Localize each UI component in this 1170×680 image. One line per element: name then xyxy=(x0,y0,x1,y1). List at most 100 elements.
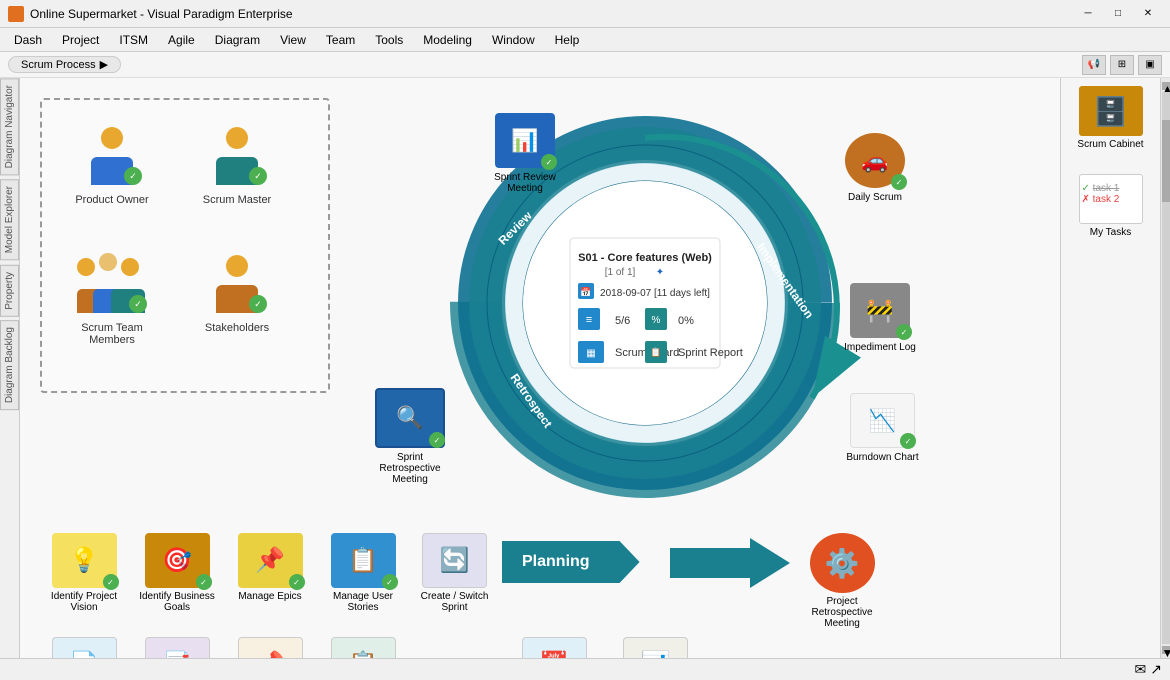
scrum-master[interactable]: ✓ Scrum Master xyxy=(192,120,282,206)
scroll-track-v xyxy=(1162,92,1170,644)
tab-diagram-navigator[interactable]: Diagram Navigator xyxy=(0,78,19,175)
menu-dash[interactable]: Dash xyxy=(4,31,52,49)
canvas-area[interactable]: ✓ Product Owner ✓ Scrum Master xyxy=(20,78,1060,658)
menu-window[interactable]: Window xyxy=(482,31,545,49)
svg-text:2018-09-07 [11 days left]: 2018-09-07 [11 days left] xyxy=(600,288,710,299)
burndown-chart[interactable]: 📉 ✓ Burndown Chart xyxy=(835,393,930,463)
scroll-thumb-v[interactable] xyxy=(1162,120,1170,203)
right-panel: 🗄️ Scrum Cabinet ✓ task 1 ✗ task 2 ─────… xyxy=(1060,78,1160,658)
svg-text:[1 of 1]: [1 of 1] xyxy=(605,267,636,278)
project-retrospective-meeting[interactable]: ⚙️ Project Retrospective Meeting xyxy=(795,533,890,629)
right-big-arrow xyxy=(670,538,790,591)
prioritized-use-cases[interactable]: 📑 Prioritized Use Cases xyxy=(133,637,221,658)
breadcrumb-label: Scrum Process xyxy=(21,59,96,71)
breadcrumb-bar: Scrum Process ▶ 📢 ⊞ ▣ xyxy=(0,52,1170,78)
breadcrumb-arrow: ▶ xyxy=(100,58,108,71)
sprint-review-meeting[interactable]: 📊 ✓ Sprint Review Meeting xyxy=(480,113,570,194)
daily-scrum-label: Daily Scrum xyxy=(848,192,902,203)
daily-scrum[interactable]: 🚗 ✓ Daily Scrum xyxy=(830,133,920,203)
menubar: Dash Project ITSM Agile Diagram View Tea… xyxy=(0,28,1170,52)
tool-btn-3[interactable]: ▣ xyxy=(1138,55,1162,75)
project-vision[interactable]: 📄 Project Vision xyxy=(40,637,128,658)
menu-diagram[interactable]: Diagram xyxy=(205,31,270,49)
menu-team[interactable]: Team xyxy=(316,31,365,49)
menu-help[interactable]: Help xyxy=(545,31,590,49)
app-icon xyxy=(8,6,24,22)
scrum-team-members-icon: ✓ xyxy=(77,248,147,318)
scroll-down-btn[interactable]: ▼ xyxy=(1162,646,1170,654)
maximize-button[interactable]: □ xyxy=(1104,4,1132,24)
minimize-button[interactable]: ─ xyxy=(1074,4,1102,24)
left-panel-tabs: Diagram Navigator Model Explorer Propert… xyxy=(0,78,20,658)
manage-user-stories[interactable]: 📋 ✓ Manage User Stories xyxy=(319,533,407,613)
menu-modeling[interactable]: Modeling xyxy=(413,31,482,49)
breadcrumb[interactable]: Scrum Process ▶ xyxy=(8,56,121,73)
scrum-team-box: ✓ Product Owner ✓ Scrum Master xyxy=(40,98,330,393)
menu-view[interactable]: View xyxy=(270,31,316,49)
manage-epics[interactable]: 📌 ✓ Manage Epics xyxy=(226,533,314,602)
tab-model-explorer[interactable]: Model Explorer xyxy=(0,179,19,260)
app-title: Online Supermarket - Visual Paradigm Ent… xyxy=(30,7,293,21)
svg-text:▦: ▦ xyxy=(586,348,595,359)
product-owner-icon: ✓ xyxy=(77,120,147,190)
sprint-cycle-container: Review Implementation Retrospect S01 - C… xyxy=(360,83,930,533)
tool-btn-2[interactable]: ⊞ xyxy=(1110,55,1134,75)
menu-agile[interactable]: Agile xyxy=(158,31,205,49)
sprint-bottom-row: 📅 ✓ Sprint Planning Meeting 📊 ✓ Sprint xyxy=(510,637,698,658)
svg-text:0%: 0% xyxy=(678,315,694,327)
sprint-review-label: Sprint Review Meeting xyxy=(480,172,570,194)
scrum-team-members[interactable]: ✓ Scrum Team Members xyxy=(57,248,167,346)
planning-sub-row: 📄 Project Vision 📑 Prioritized Use Cases xyxy=(40,637,1000,658)
scrum-cabinet-item[interactable]: 🗄️ Scrum Cabinet xyxy=(1066,82,1156,154)
burndown-chart-label: Burndown Chart xyxy=(846,452,918,463)
my-tasks-item[interactable]: ✓ task 1 ✗ task 2 ───── My Tasks xyxy=(1066,170,1156,242)
sprint-retrospective-meeting[interactable]: 🔍 ✓ Sprint Retrospective Meeting xyxy=(365,388,455,485)
identify-business-goals-label: Identify Business Goals xyxy=(133,591,221,613)
project-retrospective-label: Project Retrospective Meeting xyxy=(795,596,890,629)
planning-arrow-item[interactable]: Planning xyxy=(502,541,640,583)
scrum-master-icon: ✓ xyxy=(202,120,272,190)
stakeholders-label: Stakeholders xyxy=(205,322,269,334)
impediment-log-label: Impediment Log xyxy=(844,342,916,353)
titlebar: Online Supermarket - Visual Paradigm Ent… xyxy=(0,0,1170,28)
planning-arrow-label: Planning xyxy=(502,541,640,583)
menu-tools[interactable]: Tools xyxy=(365,31,413,49)
scrum-team-members-label: Scrum Team Members xyxy=(57,322,167,346)
identify-project-vision-label: Identify Project Vision xyxy=(40,591,128,613)
scrum-cabinet-icon: 🗄️ xyxy=(1079,86,1143,136)
manage-user-stories-label: Manage User Stories xyxy=(319,591,407,613)
sprint-planning-meeting[interactable]: 📅 ✓ Sprint Planning Meeting xyxy=(510,637,598,658)
prioritized-epics[interactable]: 📌 Prioritized Epics xyxy=(226,637,314,658)
scrum-cabinet-label: Scrum Cabinet xyxy=(1077,139,1143,150)
scroll-up-btn[interactable]: ▲ xyxy=(1162,82,1170,90)
scrum-master-label: Scrum Master xyxy=(203,194,271,206)
menu-itsm[interactable]: ITSM xyxy=(109,31,158,49)
svg-text:S01 - Core features (Web): S01 - Core features (Web) xyxy=(578,252,712,264)
create-switch-sprint[interactable]: 🔄 Create / Switch Sprint xyxy=(412,533,497,613)
tool-btn-1[interactable]: 📢 xyxy=(1082,55,1106,75)
close-button[interactable]: ✕ xyxy=(1134,4,1162,24)
prioritized-user-stories[interactable]: 📋 Prioritized User Stories xyxy=(319,637,407,658)
planning-row: 💡 ✓ Identify Project Vision 🎯 ✓ Identify… xyxy=(40,533,1000,658)
svg-text:5/6: 5/6 xyxy=(615,315,630,327)
vertical-scrollbar[interactable]: ▲ ▼ xyxy=(1160,78,1170,658)
arrow-icon[interactable]: ↗ xyxy=(1150,661,1162,678)
product-owner-label: Product Owner xyxy=(75,194,148,206)
my-tasks-label: My Tasks xyxy=(1090,227,1132,238)
mail-icon[interactable]: ✉ xyxy=(1135,661,1147,678)
tab-property[interactable]: Property xyxy=(0,265,19,317)
sprint-backlog[interactable]: 📊 ✓ Sprint Backlog xyxy=(613,637,698,658)
my-tasks-icon: ✓ task 1 ✗ task 2 ───── xyxy=(1079,174,1143,224)
product-owner[interactable]: ✓ Product Owner xyxy=(67,120,157,206)
create-switch-sprint-label: Create / Switch Sprint xyxy=(412,591,497,613)
impediment-log[interactable]: 🚧 ✓ Impediment Log xyxy=(835,283,925,353)
status-bar: ✉ ↗ xyxy=(0,658,1170,680)
titlebar-left: Online Supermarket - Visual Paradigm Ent… xyxy=(8,6,293,22)
identify-business-goals[interactable]: 🎯 ✓ Identify Business Goals xyxy=(133,533,221,613)
tab-diagram-backlog[interactable]: Diagram Backlog xyxy=(0,320,19,410)
identify-project-vision[interactable]: 💡 ✓ Identify Project Vision xyxy=(40,533,128,613)
svg-text:%: % xyxy=(652,315,661,326)
svg-text:≡: ≡ xyxy=(586,314,592,326)
menu-project[interactable]: Project xyxy=(52,31,109,49)
stakeholders[interactable]: ✓ Stakeholders xyxy=(192,248,282,334)
